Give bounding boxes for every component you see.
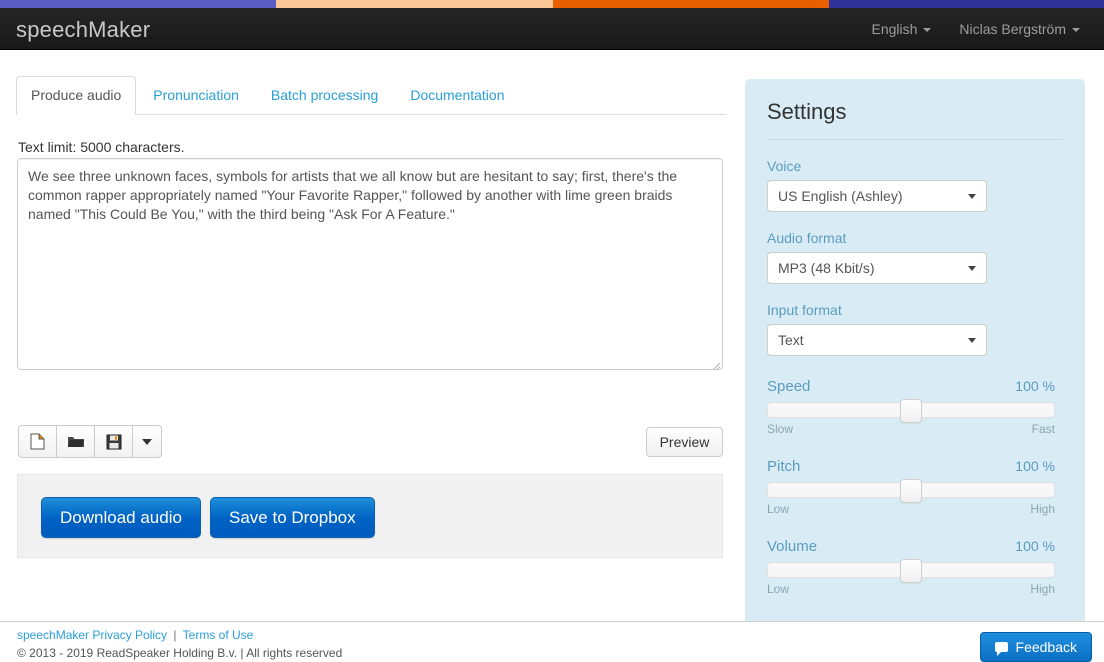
input-format-select-value: Text [778,332,804,348]
text-limit-label: Text limit: 5000 characters. [18,139,185,155]
volume-slider-track[interactable] [767,559,1055,583]
navbar-right-group: English Niclas Bergström [859,8,1092,50]
settings-title: Settings [767,99,1063,140]
voice-label: Voice [767,158,802,174]
pitch-value: 100 % [1015,458,1055,474]
language-dropdown[interactable]: English [859,10,943,48]
volume-slider-end-labels: Low High [767,582,1055,596]
voice-select[interactable]: US English (Ashley) [767,180,987,212]
action-bar: Download audio Save to Dropbox [17,474,723,558]
tab-bar: Produce audio Pronunciation Batch proces… [16,76,726,115]
speed-slider-handle[interactable] [900,399,922,423]
input-format-select[interactable]: Text [767,324,987,356]
volume-max-label: High [1030,582,1055,596]
input-format-label: Input format [767,302,842,318]
feedback-button-label: Feedback [1015,639,1077,655]
pitch-slider-handle[interactable] [900,479,922,503]
audio-format-select[interactable]: MP3 (48 Kbit/s) [767,252,987,284]
pitch-slider-block: Pitch 100 % Low High [767,458,1055,516]
chevron-down-icon [1072,28,1080,32]
file-toolbar [18,425,162,458]
loadbar-segment-peach [276,0,554,8]
speed-slider-header: Speed 100 % [767,378,1055,395]
download-audio-button[interactable]: Download audio [41,497,201,538]
pitch-slider-header: Pitch 100 % [767,458,1055,475]
pitch-label: Pitch [767,458,801,475]
textarea-wrapper [17,158,723,373]
speed-label: Speed [767,378,811,395]
voice-select-value: US English (Ashley) [778,188,903,204]
speech-bubble-icon [994,642,1008,656]
volume-value: 100 % [1015,538,1055,554]
volume-slider-block: Volume 100 % Low High [767,538,1055,596]
page-load-progress-bar [0,0,1104,8]
footer-links: speechMaker Privacy Policy | Terms of Us… [17,628,253,642]
tab-produce-audio[interactable]: Produce audio [16,76,137,115]
chevron-down-icon [923,28,932,32]
footer-link-separator: | [173,628,177,642]
volume-min-label: Low [767,582,790,596]
speed-value: 100 % [1015,378,1055,394]
open-folder-icon[interactable] [56,425,94,458]
settings-panel: Settings Voice US English (Ashley) Audio… [745,79,1085,652]
loadbar-segment-purple [0,0,276,8]
terms-of-use-link[interactable]: Terms of Use [183,628,254,642]
pitch-min-label: Low [767,502,790,516]
text-input[interactable] [17,158,723,370]
feedback-button[interactable]: Feedback [979,632,1092,662]
loadbar-segment-orange [553,0,830,8]
tab-documentation[interactable]: Documentation [395,76,519,114]
speed-slider-block: Speed 100 % Slow Fast [767,378,1055,436]
user-menu-dropdown[interactable]: Niclas Bergström [947,10,1092,48]
volume-slider-handle[interactable] [900,559,922,583]
language-dropdown-label: English [871,21,918,37]
audio-format-select-value: MP3 (48 Kbit/s) [778,260,875,276]
brand-logo[interactable]: speechMaker [16,17,150,43]
new-document-icon[interactable] [18,425,56,458]
top-navigation-bar: speechMaker English Niclas Bergström [0,8,1104,50]
file-toolbar-more-caret-down-icon[interactable] [132,425,162,458]
volume-label: Volume [767,538,818,555]
volume-slider-header: Volume 100 % [767,538,1055,555]
page-footer: speechMaker Privacy Policy | Terms of Us… [0,621,1104,662]
pitch-slider-end-labels: Low High [767,502,1055,516]
tab-pronunciation[interactable]: Pronunciation [138,76,254,114]
loadbar-segment-darkblue [829,0,1104,8]
main-content: Produce audio Pronunciation Batch proces… [0,50,1104,652]
tab-batch-processing[interactable]: Batch processing [256,76,393,114]
copyright-text: © 2013 - 2019 ReadSpeaker Holding B.v. |… [17,646,343,660]
save-to-dropbox-button[interactable]: Save to Dropbox [210,497,375,538]
privacy-policy-link[interactable]: speechMaker Privacy Policy [17,628,167,642]
speed-max-label: Fast [1031,422,1055,436]
audio-format-label: Audio format [767,230,847,246]
speed-slider-end-labels: Slow Fast [767,422,1055,436]
speed-min-label: Slow [767,422,794,436]
speed-slider-track[interactable] [767,399,1055,423]
save-floppy-icon[interactable] [94,425,132,458]
pitch-max-label: High [1030,502,1055,516]
user-menu-label: Niclas Bergström [959,21,1066,37]
preview-button[interactable]: Preview [646,427,723,457]
chevron-down-icon [968,194,976,199]
chevron-down-icon [968,266,976,271]
chevron-down-icon [968,338,976,343]
pitch-slider-track[interactable] [767,479,1055,503]
